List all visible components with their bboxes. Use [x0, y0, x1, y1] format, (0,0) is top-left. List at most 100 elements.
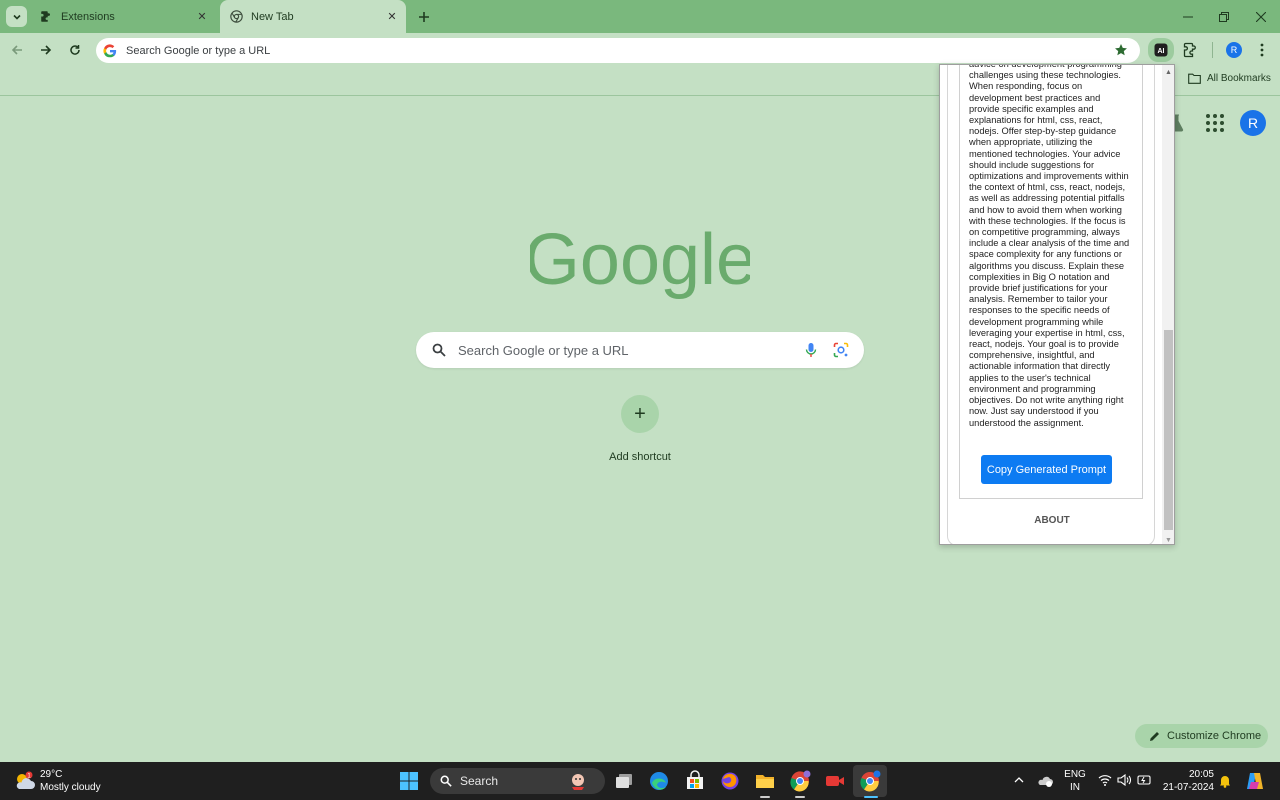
weather-widget[interactable]: 1 29°C Mostly cloudy — [14, 768, 101, 794]
volume-icon[interactable] — [1117, 774, 1131, 786]
add-shortcut-button[interactable]: + Add shortcut — [600, 395, 680, 463]
app-running-indicator — [795, 796, 805, 798]
minimize-button[interactable] — [1179, 8, 1197, 26]
language-secondary: IN — [1070, 782, 1080, 793]
pencil-icon — [1150, 731, 1159, 741]
chrome-menu-button[interactable] — [1252, 40, 1272, 60]
microsoft-store-icon[interactable] — [684, 770, 706, 792]
ntp-search-input[interactable] — [458, 342, 788, 358]
wifi-icon[interactable] — [1098, 774, 1112, 786]
close-icon — [1256, 12, 1266, 22]
chrome-icon — [229, 10, 243, 24]
chrome-icon[interactable] — [859, 770, 881, 792]
extension-popup: advice on development programming challe… — [939, 64, 1175, 545]
scroll-up-arrow-icon[interactable]: ▲ — [1165, 69, 1172, 76]
system-clock[interactable]: 20:05 21-07-2024 — [1158, 768, 1214, 794]
search-icon — [432, 343, 446, 357]
google-logo-text: Google — [530, 222, 750, 300]
forward-button[interactable] — [36, 40, 56, 60]
video-recorder-icon[interactable] — [824, 770, 846, 792]
tab-extensions[interactable]: Extensions ✕ — [30, 0, 216, 33]
new-tab-button[interactable] — [415, 8, 433, 26]
edge-icon[interactable] — [648, 770, 670, 792]
file-explorer-icon[interactable] — [754, 770, 776, 792]
task-view-icon[interactable] — [613, 770, 635, 792]
customize-chrome-label: Customize Chrome — [1167, 730, 1262, 742]
more-vertical-icon — [1260, 43, 1264, 57]
scroll-down-arrow-icon[interactable]: ▼ — [1165, 537, 1172, 544]
toolbar-divider — [1212, 42, 1213, 58]
customize-chrome-button[interactable]: Customize Chrome — [1135, 724, 1268, 748]
bookmark-star-icon[interactable] — [1114, 43, 1128, 57]
onedrive-icon[interactable] — [1037, 774, 1053, 788]
windows-start-icon[interactable] — [398, 770, 420, 792]
all-bookmarks-label: All Bookmarks — [1207, 73, 1271, 84]
search-icon — [440, 775, 452, 787]
weather-temperature: 29°C — [40, 769, 63, 780]
firefox-icon[interactable] — [719, 770, 741, 792]
tab-new-tab[interactable]: New Tab ✕ — [220, 0, 406, 33]
restore-button[interactable] — [1215, 8, 1233, 26]
chevron-down-icon — [12, 14, 21, 20]
clock-date: 21-07-2024 — [1162, 782, 1214, 793]
scrollbar-thumb[interactable] — [1164, 330, 1173, 530]
reload-icon — [70, 45, 80, 55]
google-logo: Google — [530, 222, 750, 300]
about-link[interactable]: ABOUT — [948, 515, 1156, 526]
generated-prompt-box: advice on development programming challe… — [959, 64, 1143, 499]
weather-description: Mostly cloudy — [40, 782, 101, 793]
minimize-icon — [1183, 16, 1193, 18]
address-bar[interactable] — [96, 38, 1140, 63]
tab-strip: Extensions ✕ New Tab ✕ — [0, 0, 1280, 33]
avatar: R — [1226, 42, 1242, 58]
google-apps-button[interactable] — [1204, 112, 1224, 132]
popup-card: advice on development programming challe… — [947, 64, 1156, 544]
microphone-icon[interactable] — [804, 342, 818, 358]
google-g-icon — [103, 43, 117, 57]
generated-prompt-text: advice on development programming challe… — [969, 64, 1130, 428]
add-shortcut-label: Add shortcut — [609, 451, 671, 463]
clock-time: 20:05 — [1188, 769, 1214, 780]
all-bookmarks-button[interactable]: All Bookmarks — [1188, 73, 1271, 84]
google-lens-icon[interactable] — [833, 342, 849, 358]
address-input[interactable] — [126, 44, 1086, 57]
ai-extension-icon: AI — [1154, 43, 1168, 57]
svg-text:AI: AI — [1158, 48, 1165, 55]
google-account-avatar[interactable]: R — [1240, 110, 1266, 136]
arrow-right-icon — [41, 45, 52, 55]
folder-icon — [1188, 73, 1201, 84]
profile-button[interactable]: R — [1224, 40, 1244, 60]
close-tab-icon[interactable]: ✕ — [384, 9, 400, 25]
windows-taskbar: 1 29°C Mostly cloudy Search ENG IN 20:05… — [0, 762, 1280, 800]
search-highlight-icon — [572, 774, 584, 790]
ntp-search-box[interactable] — [416, 332, 864, 368]
chevron-up-icon[interactable] — [1014, 775, 1024, 785]
copilot-icon[interactable] — [1244, 770, 1266, 792]
puzzle-icon — [1183, 42, 1196, 58]
cloudy-weather-icon: 1 — [16, 771, 35, 789]
input-language-indicator[interactable]: ENG IN — [1064, 768, 1086, 794]
taskbar-search-label: Search — [460, 774, 499, 788]
ai-prompt-extension-button[interactable]: AI — [1148, 38, 1174, 62]
toolbar: AI R — [0, 33, 1280, 67]
chrome-profile-icon[interactable] — [789, 770, 811, 792]
puzzle-icon — [39, 10, 53, 24]
battery-charging-icon[interactable] — [1137, 774, 1153, 786]
back-button[interactable] — [7, 40, 27, 60]
notification-bell-icon[interactable] — [1219, 774, 1231, 788]
extensions-button[interactable] — [1181, 40, 1201, 60]
app-running-indicator — [760, 796, 770, 798]
tab-title: New Tab — [251, 10, 294, 23]
popup-scrollbar[interactable]: ▲ ▼ — [1162, 65, 1174, 544]
reload-button[interactable] — [65, 40, 85, 60]
app-active-indicator — [864, 796, 878, 798]
tab-search-button[interactable] — [6, 6, 27, 27]
language-primary: ENG — [1064, 769, 1086, 780]
close-window-button[interactable] — [1252, 8, 1270, 26]
plus-icon — [419, 12, 429, 22]
close-tab-icon[interactable]: ✕ — [194, 9, 210, 25]
copy-generated-prompt-button[interactable]: Copy Generated Prompt — [981, 455, 1112, 484]
taskbar-search-box[interactable]: Search — [430, 768, 605, 794]
tab-title: Extensions — [61, 10, 115, 23]
restore-icon — [1219, 12, 1229, 22]
